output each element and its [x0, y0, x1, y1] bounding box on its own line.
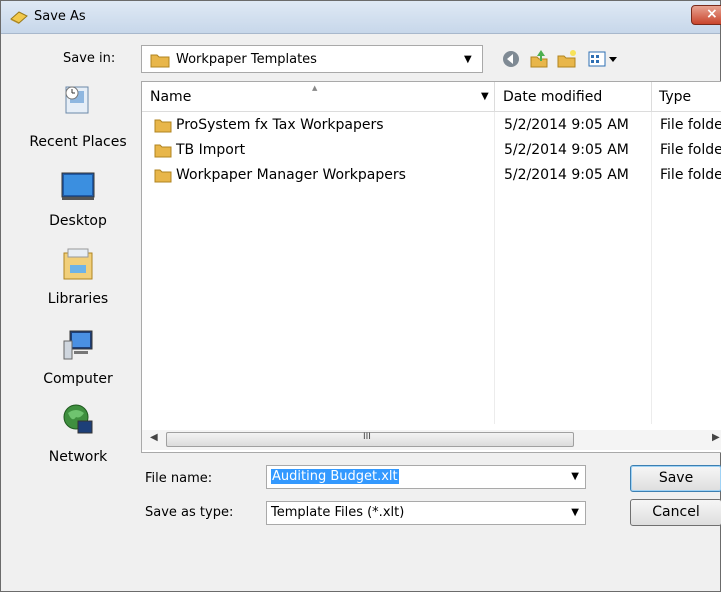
file-date: 5/2/2014 9:05 AM [504, 117, 629, 133]
libraries-icon [63, 248, 93, 280]
sort-ascending-icon: ▲ [312, 84, 318, 92]
file-type: File folder [660, 142, 721, 158]
place-label: Desktop [49, 213, 107, 229]
save-button[interactable]: Save [630, 465, 721, 492]
desktop-icon [61, 172, 95, 200]
window-title: Save As [34, 9, 86, 24]
recent-places-icon [65, 86, 89, 114]
file-type: File folder [660, 167, 721, 183]
file-type: File folder [660, 117, 721, 133]
view-menu-icon[interactable] [587, 49, 621, 69]
save-as-icon [10, 11, 28, 24]
place-label: Computer [43, 371, 113, 387]
save-in-label: Save in: [63, 51, 116, 66]
file-list: ▲ Name ▼ Date modified Type ProSystem fx… [141, 81, 721, 453]
new-folder-icon[interactable] [557, 49, 577, 69]
list-item[interactable]: TB Import 5/2/2014 9:05 AM File folder [142, 139, 721, 163]
file-name-label: File name: [145, 471, 213, 486]
chevron-down-icon: ▼ [571, 507, 579, 518]
close-icon: × [706, 6, 718, 22]
save-in-value: Workpaper Templates [176, 52, 317, 67]
horizontal-scrollbar[interactable]: ◀ III ▶ [142, 430, 721, 450]
close-button[interactable]: × [691, 5, 721, 25]
chevron-down-icon[interactable]: ▼ [571, 471, 579, 482]
list-item[interactable]: Workpaper Manager Workpapers 5/2/2014 9:… [142, 164, 721, 188]
column-header-name[interactable]: Name [150, 89, 191, 105]
column-header-type[interactable]: Type [659, 89, 691, 105]
folder-icon [154, 119, 172, 133]
file-date: 5/2/2014 9:05 AM [504, 142, 629, 158]
folder-icon [154, 169, 172, 183]
chevron-down-icon: ▼ [464, 54, 472, 65]
scroll-grip: III [363, 432, 371, 442]
cancel-button[interactable]: Cancel [630, 499, 721, 526]
file-name-value: Auditing Budget.xlt [271, 469, 399, 484]
file-date: 5/2/2014 9:05 AM [504, 167, 629, 183]
place-label: Libraries [47, 291, 109, 307]
place-label: Network [48, 449, 108, 465]
place-label: Recent Places [29, 134, 127, 150]
column-divider[interactable] [651, 82, 652, 112]
column-header-row: ▲ Name ▼ Date modified Type [142, 82, 721, 112]
folder-icon [150, 54, 170, 68]
list-item[interactable]: ProSystem fx Tax Workpapers 5/2/2014 9:0… [142, 114, 721, 138]
column-header-date-modified[interactable]: Date modified [503, 89, 602, 105]
chevron-down-icon[interactable]: ▼ [481, 91, 489, 102]
save-as-type-value: Template Files (*.xlt) [271, 505, 405, 520]
scroll-left-icon[interactable]: ◀ [150, 432, 158, 443]
computer-icon [63, 330, 93, 360]
scrollbar-thumb[interactable]: III [166, 432, 574, 447]
save-as-type-label: Save as type: [145, 505, 234, 520]
column-divider[interactable] [494, 82, 495, 112]
network-icon [63, 404, 93, 434]
save-as-dialog: Save As × Save in: Workpaper Templates ▼ [0, 0, 721, 592]
file-name: ProSystem fx Tax Workpapers [176, 117, 384, 133]
save-in-dropdown[interactable]: Workpaper Templates ▼ [141, 45, 483, 73]
back-icon[interactable] [501, 49, 521, 69]
file-name: TB Import [176, 142, 246, 158]
save-as-type-select[interactable]: Template Files (*.xlt) ▼ [266, 501, 586, 525]
scroll-right-icon[interactable]: ▶ [712, 432, 720, 443]
up-folder-icon[interactable] [529, 49, 549, 69]
folder-icon [154, 144, 172, 158]
file-name: Workpaper Manager Workpapers [176, 167, 406, 183]
title-bar[interactable]: Save As × [1, 1, 721, 34]
file-name-value-wrap: Auditing Budget.xlt [271, 469, 399, 484]
places-bar: Recent Places Desktop Libraries Computer… [16, 81, 140, 465]
file-name-field[interactable]: Auditing Budget.xlt ▼ [266, 465, 586, 489]
